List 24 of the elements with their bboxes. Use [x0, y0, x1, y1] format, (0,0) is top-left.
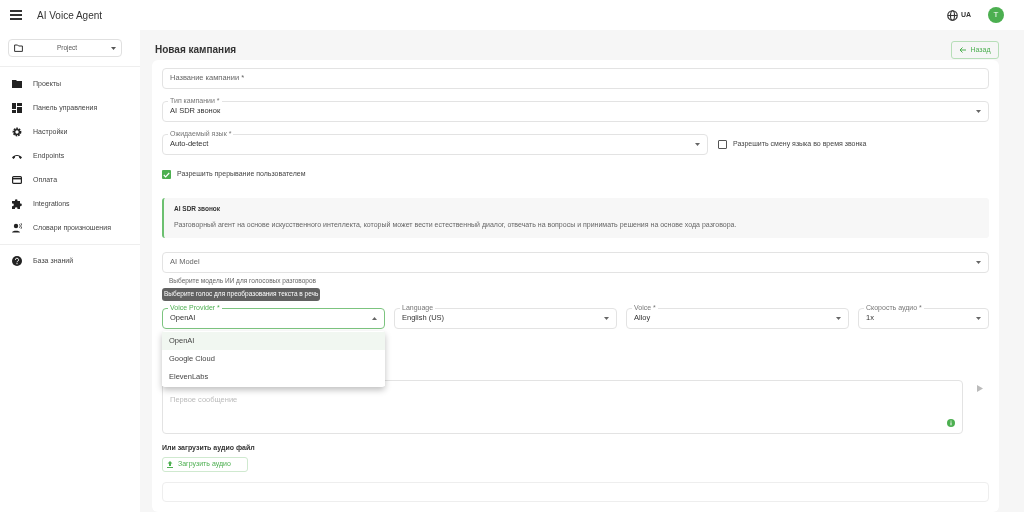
- gear-icon: [12, 127, 22, 137]
- caret-icon: [976, 109, 981, 113]
- caret-icon: [372, 316, 377, 320]
- caret-icon: [976, 316, 981, 320]
- credit-card-icon: [12, 175, 22, 185]
- info-icon: [947, 418, 955, 427]
- caret-icon: [836, 316, 841, 320]
- caret-icon: [695, 142, 700, 146]
- menu-icon[interactable]: [10, 10, 22, 20]
- help-icon: [12, 256, 22, 266]
- speaking-person-icon: [12, 223, 22, 233]
- upload-icon: [167, 461, 173, 468]
- folder-icon: [12, 79, 22, 89]
- caret-icon: [976, 260, 981, 264]
- arrow-left-icon: [959, 46, 967, 53]
- globe-icon[interactable]: [946, 9, 958, 21]
- caret-icon: [604, 316, 609, 320]
- folder-icon: [14, 44, 23, 52]
- page-title: Новая кампания: [155, 43, 237, 58]
- checkbox[interactable]: [718, 139, 727, 149]
- app-title: AI Voice Agent: [37, 8, 103, 23]
- caret-icon: [111, 46, 116, 50]
- dashboard-icon: [12, 103, 22, 113]
- puzzle-icon: [12, 199, 22, 209]
